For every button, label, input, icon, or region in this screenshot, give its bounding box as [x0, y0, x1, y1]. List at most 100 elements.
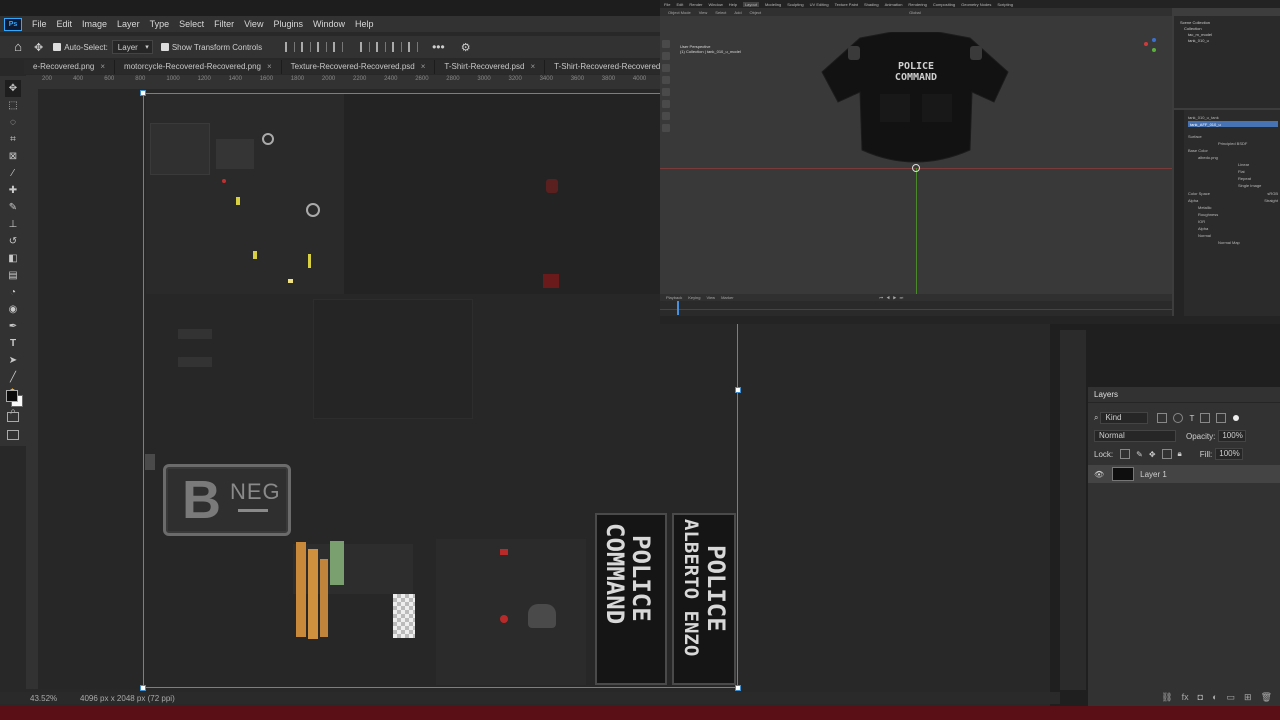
type-tool-icon[interactable]: T	[5, 335, 21, 352]
screen-mode-icon[interactable]	[7, 430, 19, 440]
prop-value[interactable]: Repeat	[1188, 175, 1278, 182]
blender-menu-item[interactable]: Render	[689, 2, 702, 7]
move-tool-icon[interactable]: ✥	[34, 41, 43, 54]
lock-move-icon[interactable]: ✥	[1149, 450, 1156, 459]
eraser-tool-icon[interactable]: ◧	[5, 250, 21, 267]
align-middle-icon[interactable]	[376, 42, 387, 52]
transform-handle[interactable]	[140, 90, 146, 96]
menu-edit[interactable]: Edit	[52, 19, 78, 29]
blender-menu-item[interactable]: Help	[729, 2, 737, 7]
menu-view[interactable]: View	[239, 19, 268, 29]
viewport-menu[interactable]: Object	[750, 10, 762, 15]
workspace-tab[interactable]: Texture Paint	[835, 2, 858, 7]
workspace-tab[interactable]: Geometry Nodes	[961, 2, 991, 7]
healing-tool-icon[interactable]: ✚	[5, 182, 21, 199]
navigation-gizmo[interactable]	[1140, 36, 1162, 58]
dodge-tool-icon[interactable]: ◉	[5, 301, 21, 318]
lock-pixels-icon[interactable]	[1120, 449, 1131, 459]
transform-selection[interactable]	[140, 90, 741, 691]
quick-mask-icon[interactable]	[7, 412, 19, 422]
prop-value[interactable]: sRGB	[1267, 190, 1278, 196]
path-select-icon[interactable]: ➤	[5, 352, 21, 369]
more-options-icon[interactable]: •••	[432, 40, 445, 54]
auto-select-target-dropdown[interactable]: Layer	[111, 40, 153, 55]
fill-input[interactable]: 100%	[1215, 448, 1244, 460]
align-bottom-icon[interactable]	[392, 42, 403, 52]
shirt-model[interactable]: POLICE COMMAND	[820, 32, 1010, 168]
workspace-tab[interactable]: Sculpting	[787, 2, 803, 7]
layers-panel-title[interactable]: Layers	[1088, 387, 1280, 403]
new-layer-icon[interactable]: ⊞	[1244, 692, 1252, 703]
lock-all-icon[interactable]: 🔒︎	[1178, 449, 1182, 459]
blender-menu-item[interactable]: Window	[708, 2, 722, 7]
eye-icon[interactable]: 👁︎	[1094, 470, 1104, 479]
timeline-menu[interactable]: View	[706, 295, 715, 300]
fx-icon[interactable]: fx	[1182, 692, 1189, 702]
viewport-menu[interactable]: Add	[734, 10, 741, 15]
gradient-tool-icon[interactable]: ▤	[5, 267, 21, 284]
home-icon[interactable]: ⌂	[10, 39, 26, 55]
show-transform-checkbox[interactable]	[160, 43, 169, 51]
foreground-color-swatch[interactable]	[6, 390, 18, 402]
menu-plugins[interactable]: Plugins	[268, 19, 308, 29]
timeline-ruler[interactable]	[660, 301, 1172, 310]
annotate-tool-icon[interactable]	[662, 112, 670, 120]
prop-value[interactable]: Principled BSDF	[1188, 140, 1278, 147]
transform-orientation[interactable]: Global	[909, 10, 921, 15]
shape-tool-icon[interactable]: ╱	[5, 369, 21, 386]
menu-select[interactable]: Select	[174, 19, 209, 29]
workspace-tab[interactable]: Shading	[864, 2, 879, 7]
crop-tool-icon[interactable]: ⌗	[5, 131, 21, 148]
tab-doc-1[interactable]: e-Recovered.png ×	[24, 60, 116, 74]
pen-tool-icon[interactable]: ✒	[5, 318, 21, 335]
folder-icon[interactable]: ▭	[1227, 692, 1236, 703]
measure-tool-icon[interactable]	[662, 124, 670, 132]
workspace-tab[interactable]: Compositing	[933, 2, 955, 7]
align-center-icon[interactable]	[301, 42, 312, 52]
align-left-icon[interactable]	[285, 42, 296, 52]
zoom-level[interactable]: 43.52%	[0, 694, 57, 703]
prop-value[interactable]: Normal Map	[1188, 239, 1278, 246]
rotate-tool-icon[interactable]	[662, 76, 670, 84]
link-icon[interactable]: ⛓	[1161, 692, 1172, 703]
prop-value[interactable]: Linear	[1188, 161, 1278, 168]
tab-doc-4[interactable]: T-Shirt-Recovered.psd ×	[435, 60, 546, 74]
marquee-tool-icon[interactable]: ⬚	[5, 97, 21, 114]
workspace-tab[interactable]: Rendering	[908, 2, 926, 7]
3d-viewport[interactable]: User Perspective (1) Collection | tank_0…	[660, 16, 1172, 310]
playhead[interactable]	[677, 301, 679, 315]
brush-tool-icon[interactable]: ✎	[5, 199, 21, 216]
menu-type[interactable]: Type	[145, 19, 175, 29]
close-icon[interactable]: ×	[421, 62, 426, 71]
workspace-tab[interactable]: UV Editing	[810, 2, 829, 7]
align-right-icon[interactable]	[317, 42, 328, 52]
outliner-item[interactable]: tank_010_u	[1180, 38, 1274, 44]
workspace-tab[interactable]: Scripting	[997, 2, 1013, 7]
object-origin-icon[interactable]	[912, 164, 920, 172]
timeline-menu[interactable]: Marker	[721, 295, 733, 300]
timeline-menu[interactable]: Keying	[688, 295, 700, 300]
move-tool-icon[interactable]: ✥	[5, 80, 21, 97]
layer-row[interactable]: 👁︎ Layer 1	[1088, 465, 1280, 483]
eyedropper-tool-icon[interactable]: ⁄	[5, 165, 21, 182]
adjustment-icon[interactable]: ◐	[1212, 692, 1217, 702]
filter-toggle-icon[interactable]	[1233, 415, 1240, 421]
gizmo-z-icon[interactable]	[1152, 38, 1156, 42]
lasso-tool-icon[interactable]: ◌	[5, 114, 21, 131]
timeline-menu[interactable]: Playback	[666, 295, 682, 300]
playback-controls[interactable]: ⏮ ◀ ▶ ⏭	[880, 295, 905, 300]
panel-scrollbar[interactable]	[1060, 330, 1086, 690]
blender-menu-item[interactable]: Edit	[676, 2, 683, 7]
close-icon[interactable]: ×	[530, 62, 535, 71]
adjustment-filter-icon[interactable]	[1173, 413, 1184, 423]
menu-filter[interactable]: Filter	[209, 19, 239, 29]
scale-tool-icon[interactable]	[662, 88, 670, 96]
shape-filter-icon[interactable]	[1200, 413, 1211, 423]
menu-help[interactable]: Help	[350, 19, 379, 29]
transform-handle[interactable]	[735, 685, 741, 691]
transform-handle[interactable]	[140, 685, 146, 691]
close-icon[interactable]: ×	[100, 62, 105, 71]
opacity-input[interactable]: 100%	[1218, 430, 1247, 442]
layer-name[interactable]: Layer 1	[1140, 470, 1167, 479]
transform-handle[interactable]	[735, 387, 741, 393]
